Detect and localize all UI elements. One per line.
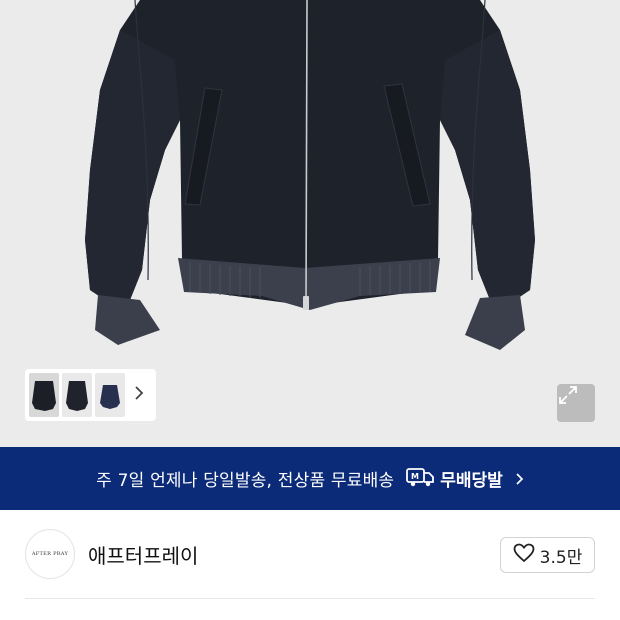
like-button[interactable]: 3.5만: [500, 537, 595, 573]
divider: [25, 598, 595, 599]
banner-text: 주 7일 언제나 당일발송, 전상품 무료배송: [96, 471, 395, 491]
thumbnail-angle[interactable]: [62, 373, 92, 417]
svg-text:M: M: [411, 472, 419, 481]
store-logo[interactable]: AFTER PRAY: [25, 529, 75, 579]
store-row[interactable]: AFTER PRAY 애프터프레이 3.5만: [0, 510, 620, 600]
store-logo-text: AFTER PRAY: [31, 551, 69, 557]
banner-badge: M 무배당발: [406, 466, 503, 491]
heart-icon: [513, 543, 535, 567]
product-image[interactable]: [0, 0, 620, 447]
thumbnail-front[interactable]: [29, 373, 59, 417]
delivery-truck-icon: M: [406, 467, 435, 491]
free-shipping-banner[interactable]: 주 7일 언제나 당일발송, 전상품 무료배송 M 무배당발: [0, 447, 620, 510]
thumbnail-navy[interactable]: [95, 373, 125, 417]
expand-image-button[interactable]: [557, 384, 595, 422]
chevron-right-icon[interactable]: [134, 385, 148, 405]
like-count: 3.5만: [539, 547, 583, 568]
thumbnail-strip: [25, 369, 156, 421]
store-name[interactable]: 애프터프레이: [88, 540, 198, 569]
banner-badge-label: 무배당발: [440, 471, 503, 491]
chevron-right-icon: [515, 472, 524, 486]
